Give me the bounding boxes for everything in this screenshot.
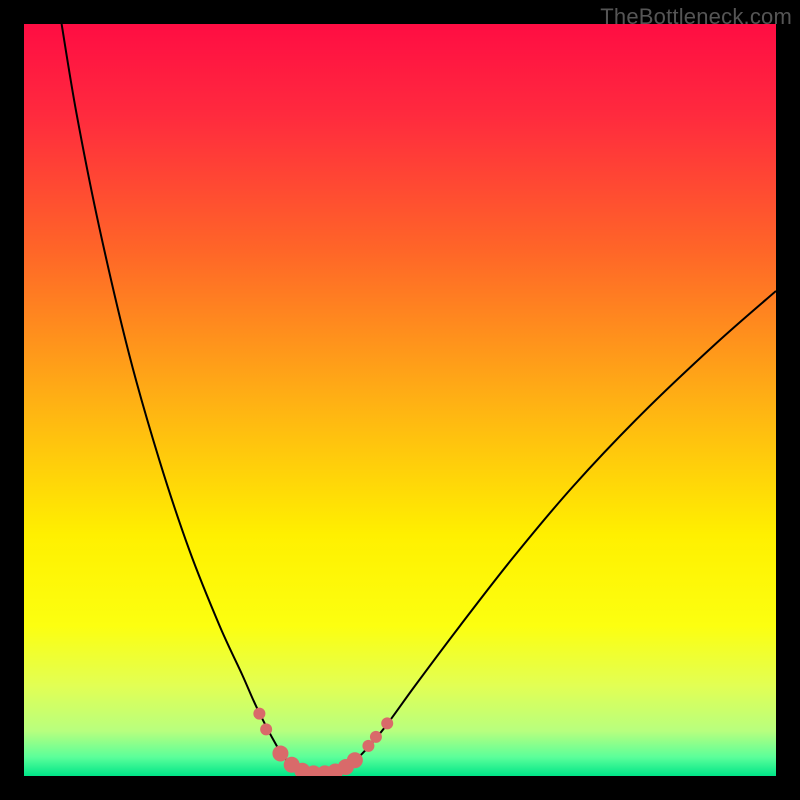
highlight-dot [381,717,393,729]
highlight-dot [260,723,272,735]
bottleneck-chart [24,24,776,776]
chart-frame [24,24,776,776]
highlight-dot [253,708,265,720]
highlight-dot [347,752,363,768]
highlight-dot [370,731,382,743]
highlight-dot [272,745,288,761]
gradient-background [24,24,776,776]
